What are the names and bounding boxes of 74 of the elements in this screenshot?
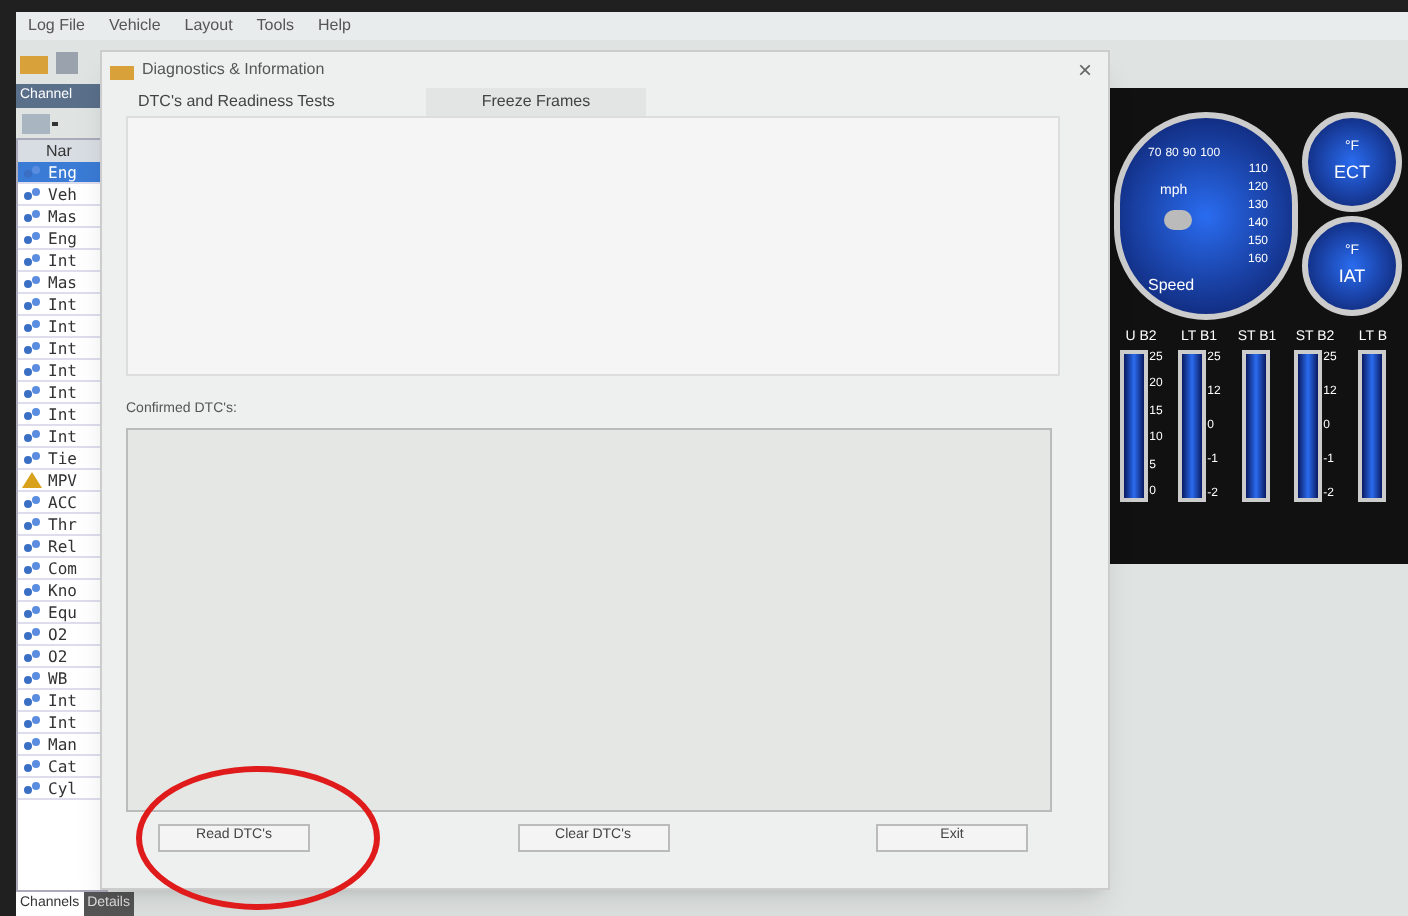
channel-icon [22, 274, 42, 290]
channel-icon [22, 692, 42, 708]
channel-icon [22, 648, 42, 664]
channel-icon [22, 538, 42, 554]
channel-name: Man [48, 733, 77, 755]
channel-name: Int [48, 337, 77, 359]
channel-icon [22, 758, 42, 774]
menu-item[interactable]: Vehicle [108, 14, 161, 38]
channel-icon [22, 428, 42, 444]
channel-name: Eng [48, 161, 77, 183]
needle-hub [1164, 210, 1192, 230]
channel-name: Mas [48, 271, 77, 293]
channel-name: MPV [48, 469, 77, 491]
toolbar-icon[interactable] [22, 113, 58, 133]
channel-icon [22, 626, 42, 642]
channel-row[interactable]: Eng [18, 162, 106, 184]
channel-icon [22, 384, 42, 400]
channel-name: O2 [48, 645, 68, 667]
channel-name: Cyl [48, 777, 77, 799]
channel-icon [22, 230, 42, 246]
channel-icon [22, 406, 42, 422]
gauge-label: IAT [1338, 263, 1366, 289]
close-button[interactable]: × [1069, 52, 1100, 88]
channel-name: Eng [48, 227, 77, 249]
menu-item[interactable]: Layout [184, 14, 233, 38]
channel-icon [22, 604, 42, 620]
channel-name: Kno [48, 579, 77, 601]
channel-icon [22, 516, 42, 532]
channel-name: O2 [48, 623, 68, 645]
dialog-title: Diagnostics & Information [142, 58, 327, 82]
channel-name: Veh [48, 183, 77, 205]
channel-name: Int [48, 381, 77, 403]
channel-name: Int [48, 315, 77, 337]
channel-icon [22, 714, 42, 730]
channel-name: Com [48, 557, 77, 579]
channel-name: Int [48, 425, 77, 447]
folder-icon[interactable] [20, 51, 48, 73]
channel-name: Mas [48, 205, 77, 227]
app-icon [110, 61, 134, 79]
save-icon[interactable] [56, 51, 78, 73]
channel-name: Thr [48, 513, 77, 535]
channel-name: Int [48, 711, 77, 733]
channel-icon [22, 208, 42, 224]
channel-name: Int [48, 689, 77, 711]
channel-icon [22, 296, 42, 312]
tab[interactable]: Freeze Frames [426, 88, 646, 116]
channel-icon [22, 450, 42, 466]
channel-icon [22, 670, 42, 686]
gauge-label: Speed [1148, 274, 1195, 298]
menu-item[interactable]: Help [317, 14, 351, 38]
channel-icon [22, 736, 42, 752]
channel-name: Cat [48, 755, 77, 777]
channel-name: Tie [48, 447, 77, 469]
channel-name: Int [48, 403, 77, 425]
channel-icon [22, 318, 42, 334]
gauge-label: ECT [1334, 159, 1370, 185]
channel-icon [22, 582, 42, 598]
channel-icon [22, 186, 42, 202]
channel-icon [22, 340, 42, 356]
menu-item[interactable]: Log File [28, 14, 85, 38]
warning-icon [22, 472, 42, 488]
channel-name: ACC [48, 491, 77, 513]
channel-name: Equ [48, 601, 77, 623]
channel-icon [22, 780, 42, 796]
channel-icon [22, 252, 42, 268]
channel-icon [22, 494, 42, 510]
channel-name: Int [48, 359, 77, 381]
channel-name: Int [48, 293, 77, 315]
channel-name: Rel [48, 535, 77, 557]
channel-name: WB [48, 667, 68, 689]
channel-name: Int [48, 249, 77, 271]
channel-icon [22, 560, 42, 576]
menu-item[interactable]: Tools [256, 14, 294, 38]
channel-icon [22, 362, 42, 378]
